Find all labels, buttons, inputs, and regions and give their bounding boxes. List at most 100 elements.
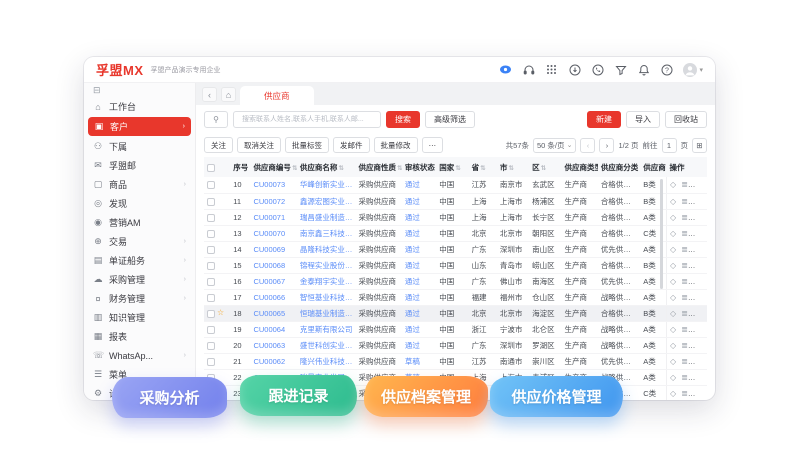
column-header[interactable]: 供应商名称⇅ xyxy=(297,157,356,177)
table-row[interactable]: 16CU00067金泰翔宇实业集团采购供应商通过中国广东佛山市南海区生产商优先供… xyxy=(204,273,707,289)
supplier-name-link[interactable]: 克里斯有限公司 xyxy=(297,321,356,337)
toolbar-button-4[interactable]: 批量修改 xyxy=(374,137,418,153)
column-header[interactable]: 国家⇅ xyxy=(436,157,468,177)
column-header[interactable]: 供应商分类⇅ xyxy=(598,157,640,177)
detail-icon[interactable]: ≣ xyxy=(681,389,688,398)
download-icon[interactable] xyxy=(568,63,581,76)
sort-icon[interactable]: ⇅ xyxy=(455,165,460,172)
row-checkbox[interactable] xyxy=(207,310,215,318)
vertical-scrollbar[interactable] xyxy=(660,179,663,289)
sidebar-item-whatsapp[interactable]: ☏WhatsAp...› xyxy=(84,346,195,365)
headset-icon[interactable] xyxy=(522,63,535,76)
sidebar-item-mail[interactable]: ✉孚盟邮 xyxy=(84,156,195,175)
tag-icon[interactable]: ◇ xyxy=(670,213,676,222)
column-header[interactable]: 审核状态⇅ xyxy=(402,157,436,177)
tab-suppliers[interactable]: 供应商 xyxy=(240,86,314,105)
supplier-name-link[interactable]: 瑞昌盛业制造公司 xyxy=(297,209,356,225)
supplier-code-link[interactable]: CU00068 xyxy=(250,257,296,273)
row-checkbox[interactable] xyxy=(207,278,215,286)
supplier-name-link[interactable]: 恒瑞基业制造有限... xyxy=(297,305,356,321)
toolbar-button-3[interactable]: 发邮件 xyxy=(333,137,370,153)
column-header[interactable]: 区⇅ xyxy=(529,157,561,177)
tag-icon[interactable]: ◇ xyxy=(670,261,676,270)
bell-icon[interactable] xyxy=(637,63,650,76)
select-all-checkbox[interactable] xyxy=(207,164,215,172)
row-checkbox[interactable] xyxy=(207,214,215,222)
supplier-code-link[interactable]: CU00070 xyxy=(250,225,296,241)
supplier-name-link[interactable]: 南京鑫三科技有限... xyxy=(297,225,356,241)
sort-icon[interactable]: ⇅ xyxy=(639,165,640,172)
toolbar-button-1[interactable]: 取消关注 xyxy=(237,137,281,153)
quick-button-0[interactable]: 采购分析 xyxy=(112,377,227,418)
whatsapp-icon[interactable] xyxy=(591,63,604,76)
quick-button-1[interactable]: 跟进记录 xyxy=(240,375,357,416)
detail-icon[interactable]: ≣ xyxy=(681,261,688,270)
sidebar-item-finance[interactable]: ¤财务管理› xyxy=(84,289,195,308)
detail-icon[interactable]: ≣ xyxy=(681,180,688,189)
tag-icon[interactable]: ◇ xyxy=(670,373,676,382)
detail-icon[interactable]: ≣ xyxy=(681,341,688,350)
row-checkbox[interactable] xyxy=(207,326,215,334)
supplier-code-link[interactable]: CU00066 xyxy=(250,289,296,305)
column-header[interactable]: 供应商编号⇅ xyxy=(250,157,296,177)
supplier-code-link[interactable]: CU00073 xyxy=(250,177,296,193)
row-checkbox[interactable] xyxy=(207,262,215,270)
supplier-code-link[interactable]: CU00065 xyxy=(250,305,296,321)
supplier-name-link[interactable]: 晶隆科技实业发展... xyxy=(297,241,356,257)
table-row[interactable]: 13CU00070南京鑫三科技有限...采购供应商通过中国北京北京市朝阳区生产商… xyxy=(204,225,707,241)
detail-icon[interactable]: ≣ xyxy=(681,277,688,286)
supplier-code-link[interactable]: CU00072 xyxy=(250,193,296,209)
supplier-code-link[interactable]: CU00064 xyxy=(250,321,296,337)
quick-button-3[interactable]: 供应价格管理 xyxy=(490,376,623,417)
supplier-name-link[interactable]: 华峰创新实业有限... xyxy=(297,177,356,193)
supplier-name-link[interactable]: 智恒基业科技实业 xyxy=(297,289,356,305)
sidebar-item-marketing[interactable]: ◉营销AM xyxy=(84,213,195,232)
table-row[interactable]: 20CU00063盛世科创实业公司采购供应商通过中国广东深圳市罗湖区生产商战略供… xyxy=(204,337,707,353)
tag-icon[interactable]: ◇ xyxy=(670,357,676,366)
help-icon[interactable]: ? xyxy=(660,63,673,76)
sidebar-item-purchase[interactable]: ☁采购管理› xyxy=(84,270,195,289)
user-avatar[interactable]: ▾ xyxy=(683,63,703,77)
tag-icon[interactable]: ◇ xyxy=(670,245,676,254)
sidebar-item-subordinate[interactable]: ⚇下属 xyxy=(84,137,195,156)
toolbar-button-2[interactable]: 批量标签 xyxy=(285,137,329,153)
table-row[interactable]: 14CU00069晶隆科技实业发展...采购供应商通过中国广东深圳市南山区生产商… xyxy=(204,241,707,257)
sidebar-item-discover[interactable]: ◎发现 xyxy=(84,194,195,213)
next-page-button[interactable]: › xyxy=(599,138,614,153)
table-row[interactable]: ☆18CU00065恒瑞基业制造有限...采购供应商通过中国北京北京市海淀区生产… xyxy=(204,305,707,321)
supplier-code-link[interactable]: CU00071 xyxy=(250,209,296,225)
toolbar-button-0[interactable]: 关注 xyxy=(204,137,233,153)
table-row[interactable]: 12CU00071瑞昌盛业制造公司采购供应商通过中国上海上海市长宁区生产商合格供… xyxy=(204,209,707,225)
supplier-code-link[interactable]: CU00067 xyxy=(250,273,296,289)
sort-icon[interactable]: ⇅ xyxy=(292,165,297,172)
detail-icon[interactable]: ≣ xyxy=(681,357,688,366)
supplier-code-link[interactable]: CU00063 xyxy=(250,337,296,353)
supplier-name-link[interactable]: 鑫源宏图实业集团 xyxy=(297,193,356,209)
tag-icon[interactable]: ◇ xyxy=(670,197,676,206)
table-row[interactable]: 15CU00068锦程实业股份公司采购供应商通过中国山东青岛市崂山区生产商合格供… xyxy=(204,257,707,273)
detail-icon[interactable]: ≣ xyxy=(681,213,688,222)
row-checkbox[interactable] xyxy=(207,294,215,302)
column-header[interactable]: 供应商类型⇅ xyxy=(561,157,597,177)
screen-icon[interactable] xyxy=(499,63,512,76)
detail-icon[interactable]: ≣ xyxy=(681,373,688,382)
tag-icon[interactable]: ◇ xyxy=(670,277,676,286)
tag-icon[interactable]: ◇ xyxy=(670,293,676,302)
detail-icon[interactable]: ≣ xyxy=(681,293,688,302)
apps-grid-icon[interactable] xyxy=(545,63,558,76)
star-icon[interactable]: ☆ xyxy=(217,308,224,317)
goto-page-input[interactable]: 1 xyxy=(662,138,677,153)
filter-icon[interactable] xyxy=(614,63,627,76)
row-checkbox[interactable] xyxy=(207,342,215,350)
column-settings-button[interactable]: ⊞ xyxy=(692,138,707,153)
sidebar-item-home[interactable]: ⌂工作台 xyxy=(84,97,195,116)
page-size-select[interactable]: 50 条/页 ⌄ xyxy=(533,138,576,153)
row-checkbox[interactable] xyxy=(207,181,215,189)
row-checkbox[interactable] xyxy=(207,230,215,238)
tag-icon[interactable]: ◇ xyxy=(670,341,676,350)
table-row[interactable]: 21CU00062隆兴伟业科技实业采购供应商草稿中国江苏南通市崇川区生产商优先供… xyxy=(204,353,707,369)
row-checkbox[interactable] xyxy=(207,198,215,206)
search-input[interactable]: 搜索联系人姓名,联系人手机,联系人邮... xyxy=(233,111,381,128)
supplier-name-link[interactable]: 金泰翔宇实业集团 xyxy=(297,273,356,289)
detail-icon[interactable]: ≣ xyxy=(681,325,688,334)
